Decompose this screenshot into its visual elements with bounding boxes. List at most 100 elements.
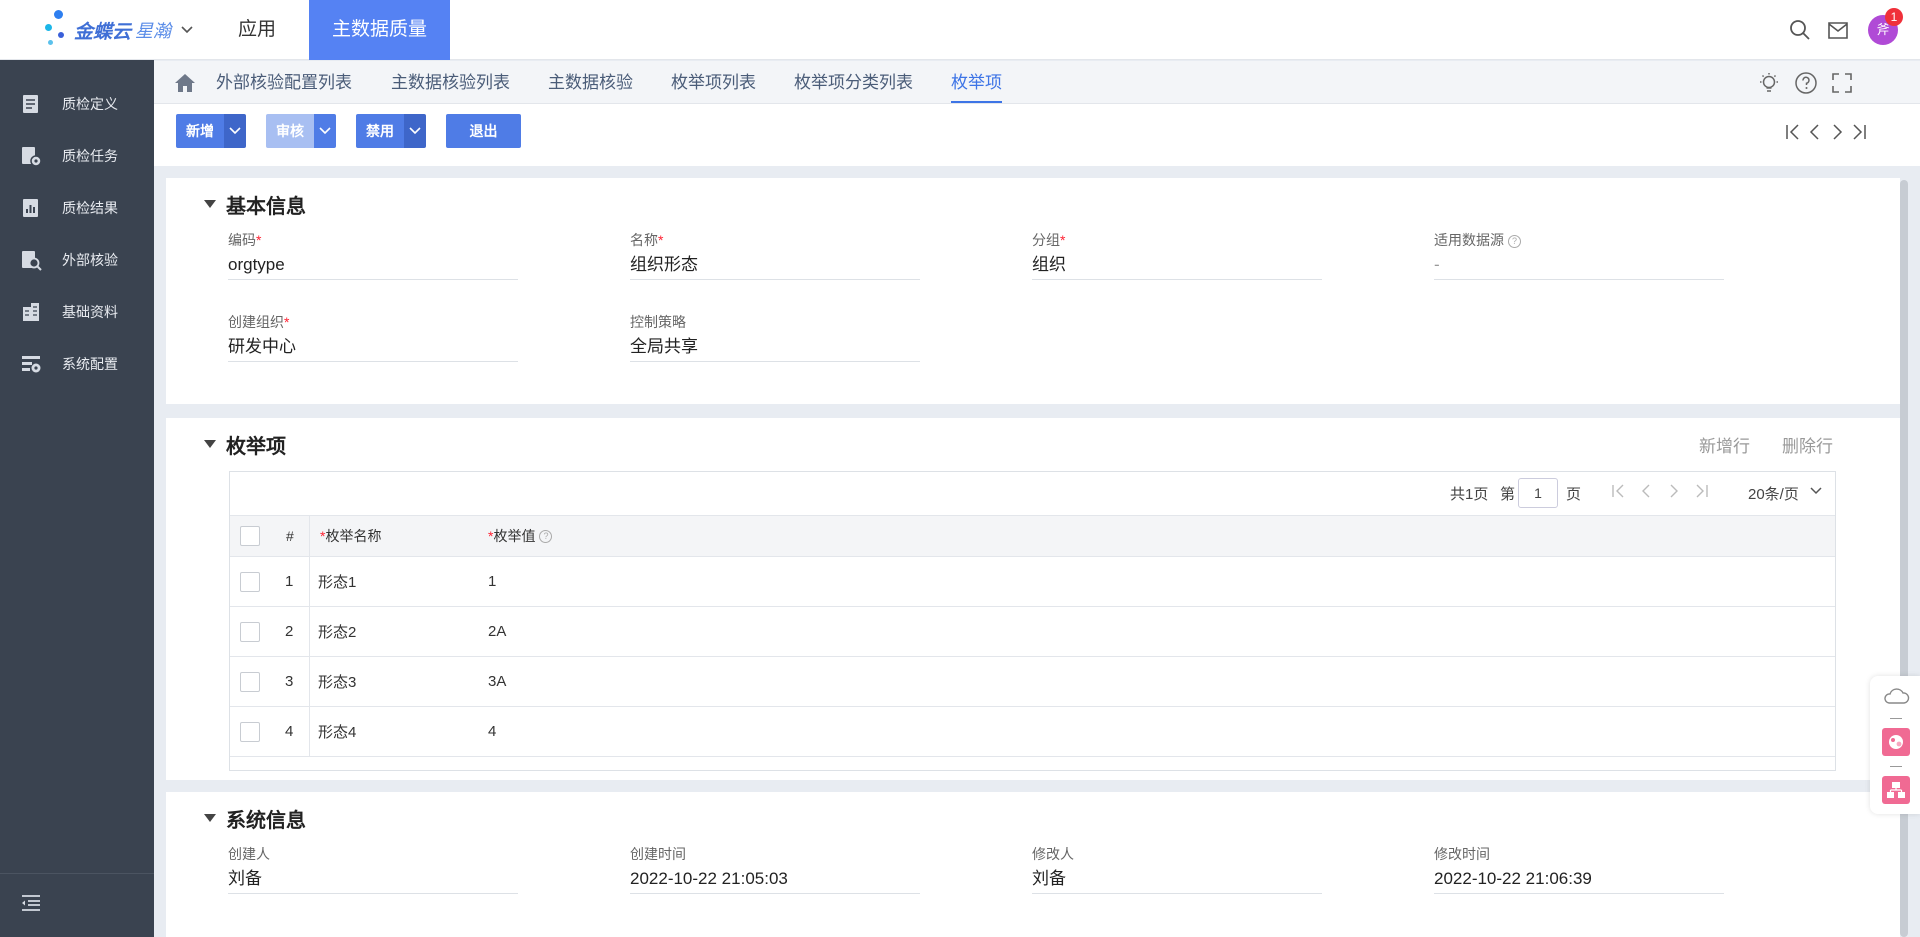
row-enum-value[interactable]: 2A [488,607,506,656]
help-icon[interactable] [1794,71,1818,95]
assistant-icon[interactable] [1882,728,1910,756]
org-chart-icon[interactable] [1882,776,1910,804]
notification-badge: 1 [1885,8,1903,26]
search-icon[interactable] [1786,16,1814,44]
app-logo[interactable]: 金蝶云 星瀚 [40,10,193,50]
exit-button[interactable]: 退出 [446,114,521,148]
last-record-icon[interactable] [1850,123,1868,141]
row-enum-name[interactable]: 形态3 [318,657,356,706]
chevron-down-icon[interactable] [1810,487,1822,495]
row-enum-value[interactable]: 1 [488,557,496,606]
tab-external-check-config-list[interactable]: 外部核验配置列表 [216,61,352,104]
collapse-menu-icon[interactable] [20,892,42,914]
building-icon [23,303,39,321]
row-index: 3 [285,673,294,690]
nav-master-data-quality[interactable]: 主数据质量 [309,0,450,60]
collapse-triangle-icon[interactable] [204,200,216,208]
row-checkbox[interactable] [240,557,260,606]
add-button-group: 新增 [176,114,246,148]
group-input[interactable]: 组织 [1032,250,1322,280]
brand-sub: 星瀚 [135,21,172,41]
row-checkbox[interactable] [240,707,260,756]
add-row-button[interactable]: 新增行 [1699,432,1750,457]
nav-apps[interactable]: 应用 [232,0,282,60]
tab-master-data-check-list[interactable]: 主数据核验列表 [391,61,510,104]
audit-button[interactable]: 审核 [266,114,314,148]
sidebar-item-qc-result[interactable]: 质检结果 [0,182,154,234]
field-label: 修改人 [1032,846,1074,862]
field-name: 名称* 组织形态 [630,230,920,280]
chevron-down-icon[interactable] [181,23,193,37]
section-title: 系统信息 [226,810,306,832]
page-size-select[interactable]: 20条/页 [1748,483,1799,504]
sidebar-item-system-config[interactable]: 系统配置 [0,338,154,390]
add-dropdown-button[interactable] [224,114,246,148]
column-divider [309,657,310,706]
collapse-triangle-icon[interactable] [204,814,216,822]
sidebar-item-label: 系统配置 [62,356,118,372]
row-enum-name[interactable]: 形态1 [318,557,356,606]
field-label: 创建人 [228,846,270,862]
audit-dropdown-button[interactable] [314,114,336,148]
field-label: 创建组织 [228,314,284,330]
tab-enum-item[interactable]: 枚举项 [951,61,1002,104]
table-row[interactable]: 4 形态4 4 [230,707,1835,757]
page-scrollbar[interactable] [1900,180,1908,937]
row-enum-value[interactable]: 3A [488,657,506,706]
help-icon[interactable]: ? [539,529,553,543]
total-pages: 共1页 [1450,486,1489,503]
delete-row-button[interactable]: 删除行 [1782,432,1833,457]
column-index: # [286,528,294,544]
first-page-icon[interactable] [1610,483,1626,499]
settings-list-icon [22,356,41,373]
lightbulb-icon[interactable] [1757,71,1781,95]
next-record-icon[interactable] [1828,123,1846,141]
tab-enum-list[interactable]: 枚举项列表 [671,61,756,104]
row-enum-name[interactable]: 形态2 [318,607,356,656]
page-suffix: 页 [1566,486,1582,503]
sidebar-item-external-check[interactable]: 外部核验 [0,234,154,286]
home-icon[interactable] [174,72,196,94]
tab-master-data-check[interactable]: 主数据核验 [548,61,633,104]
sidebar-item-qc-definition[interactable]: 质检定义 [0,78,154,130]
prev-record-icon[interactable] [1806,123,1824,141]
required-mark: * [284,314,290,330]
chevron-down-icon [319,127,331,135]
row-index: 2 [285,623,294,640]
prev-page-icon[interactable] [1638,483,1654,499]
add-button[interactable]: 新增 [176,114,224,148]
tab-enum-category-list[interactable]: 枚举项分类列表 [794,61,913,104]
collapse-triangle-icon[interactable] [204,440,216,448]
fullscreen-icon[interactable] [1830,71,1854,95]
modify-time-value: 2022-10-22 21:06:39 [1434,864,1724,894]
mail-icon[interactable] [1824,16,1852,44]
create-org-input[interactable]: 研发中心 [228,332,518,362]
first-record-icon[interactable] [1784,123,1802,141]
sidebar-item-base-data[interactable]: 基础资料 [0,286,154,338]
row-enum-value[interactable]: 4 [488,707,496,756]
last-page-icon[interactable] [1694,483,1710,499]
field-policy: 控制策略 全局共享 [630,312,920,362]
next-page-icon[interactable] [1666,483,1682,499]
code-input[interactable]: orgtype [228,250,518,280]
row-checkbox[interactable] [240,657,260,706]
help-icon[interactable]: ? [1508,235,1521,248]
cloud-icon[interactable] [1882,686,1910,706]
disable-dropdown-button[interactable] [404,114,426,148]
field-label: 适用数据源 [1434,232,1504,248]
select-all-checkbox[interactable] [240,516,260,556]
row-checkbox[interactable] [240,607,260,656]
policy-input[interactable]: 全局共享 [630,332,920,362]
sidebar-item-label: 质检结果 [62,200,118,216]
page-number-input[interactable]: 1 [1518,478,1558,508]
table-row[interactable]: 1 形态1 1 [230,557,1835,607]
disable-button[interactable]: 禁用 [356,114,404,148]
row-enum-name[interactable]: 形态4 [318,707,356,756]
result-chart-icon [23,199,38,217]
table-row[interactable]: 3 形态3 3A [230,657,1835,707]
field-creator: 创建人 刘备 [228,844,518,894]
name-input[interactable]: 组织形态 [630,250,920,280]
table-row[interactable]: 2 形态2 2A [230,607,1835,657]
sidebar-item-qc-task[interactable]: 质检任务 [0,130,154,182]
datasource-input[interactable]: - [1434,250,1724,280]
